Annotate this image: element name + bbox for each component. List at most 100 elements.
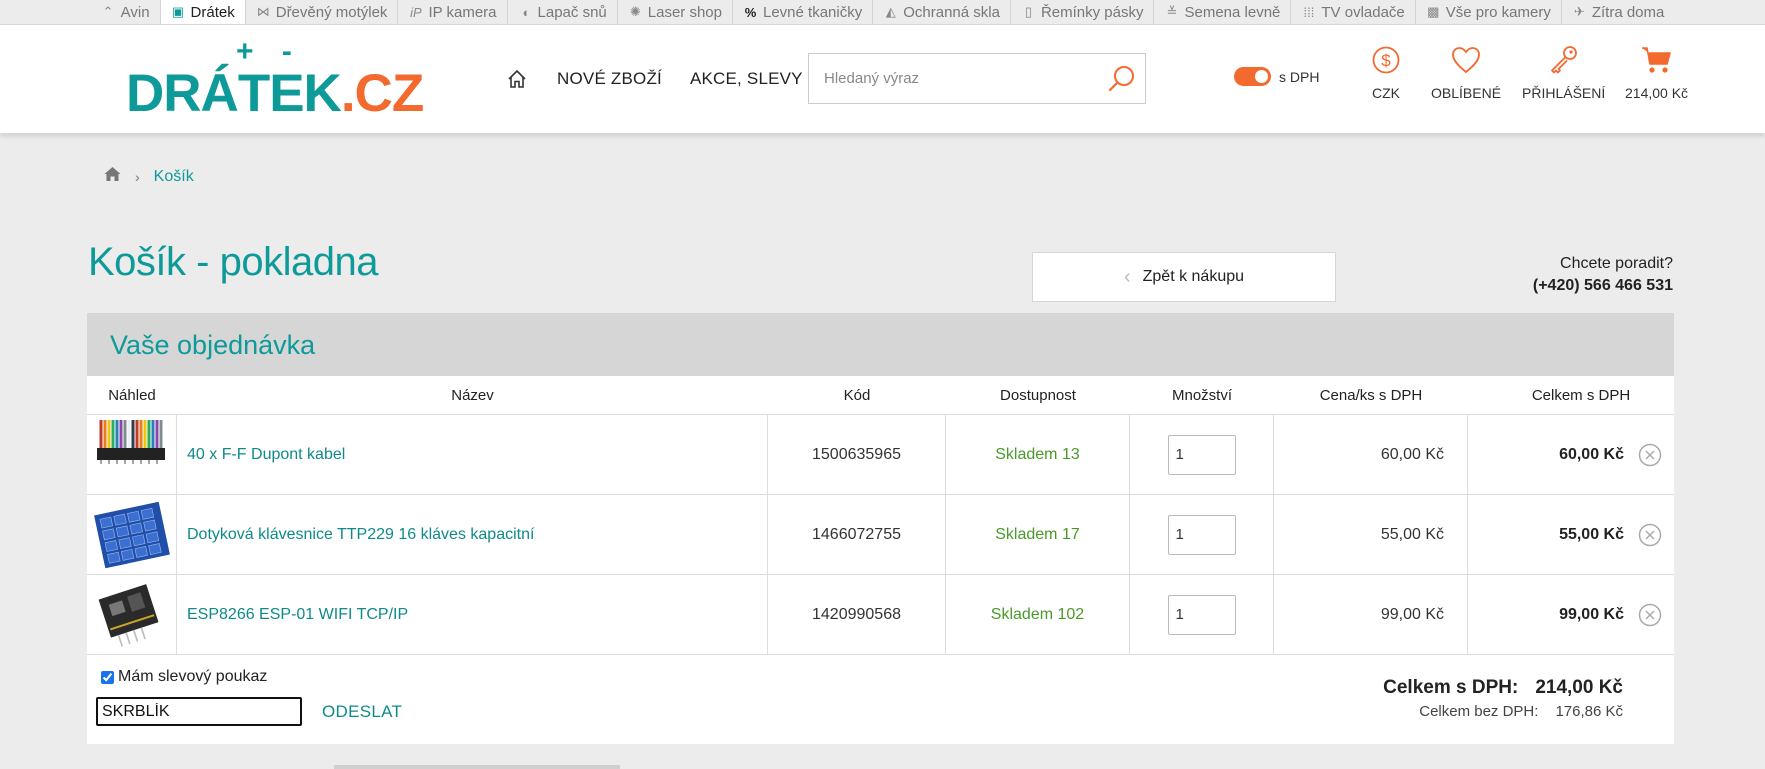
site-tab-reminky[interactable]: ▯ Řemínky pásky: [1011, 0, 1155, 24]
dupont-cable-image: [92, 419, 171, 490]
home-icon[interactable]: [104, 166, 121, 187]
column-header-preview: Náhled: [108, 386, 156, 404]
site-tab-dratek[interactable]: ▣ Drátek: [160, 0, 246, 24]
site-tab-laser-shop[interactable]: ✺ Laser shop: [618, 0, 733, 24]
line-total-cell: 60,00 Kč: [1468, 415, 1674, 494]
percent-icon: %: [744, 4, 757, 20]
logo-part-cz: .CZ: [340, 64, 424, 123]
vat-switch[interactable]: [1234, 67, 1271, 86]
order-header: Vaše objednávka: [87, 313, 1674, 376]
product-thumbnail[interactable]: [87, 495, 177, 574]
site-tab-skla[interactable]: ◭ Ochranná skla: [873, 0, 1011, 24]
esp-module-image: [92, 579, 171, 650]
next-section-edge: [334, 765, 620, 769]
product-availability: Skladem 13: [946, 415, 1130, 494]
cart-button[interactable]: 214,00 Kč: [1625, 43, 1688, 101]
product-thumbnail[interactable]: [87, 415, 177, 494]
coupon-checkbox-label[interactable]: Mám slevový poukaz: [101, 668, 267, 686]
ip-camera-icon: iP: [410, 4, 422, 20]
line-total-cell: 55,00 Kč: [1468, 495, 1674, 574]
camera-icon: ▩: [1427, 4, 1440, 19]
site-tab-zitra-doma[interactable]: ✈ Zítra doma: [1562, 0, 1675, 24]
nav-sales[interactable]: AKCE, SLEVY: [690, 69, 803, 89]
site-switcher-bar: ⌃ Avin ▣ Drátek ⋈ Dřevěný motýlek iP IP kame…: [0, 0, 1765, 25]
back-to-shopping-button[interactable]: ‹ Zpět k nákupu: [1032, 252, 1336, 302]
chevron-right-icon: ›: [135, 168, 140, 185]
login-button[interactable]: PŘIHLÁŠENÍ: [1522, 43, 1605, 101]
dratek-logo[interactable]: + - DRÁTEK.CZ: [126, 35, 426, 123]
nav-new-goods[interactable]: NOVÉ ZBOŽÍ: [557, 69, 662, 89]
glass-icon: ◭: [885, 4, 896, 19]
line-total-cell: 99,00 Kč: [1468, 575, 1674, 654]
quantity-cell: [1130, 415, 1274, 494]
site-tab-tkanicky[interactable]: % Levné tkaničky: [733, 0, 874, 24]
site-tab-label: Řemínky pásky: [1040, 3, 1144, 21]
site-tab-avin[interactable]: ⌃ Avin: [91, 0, 161, 24]
total-with-vat-row: Celkem s DPH: 214,00 Kč: [1383, 677, 1623, 699]
favorites-button[interactable]: OBLÍBENÉ: [1431, 43, 1501, 101]
site-tab-kamery[interactable]: ▩ Vše pro kamery: [1416, 0, 1562, 24]
total-with-vat-value: 214,00 Kč: [1535, 677, 1623, 698]
product-name-link[interactable]: 40 x F-F Dupont kabel: [177, 415, 768, 494]
unit-price: 60,00 Kč: [1274, 415, 1468, 494]
svg-text:$: $: [1381, 51, 1391, 70]
product-code: 1466072755: [768, 495, 946, 574]
vat-toggle[interactable]: s DPH: [1234, 67, 1319, 86]
key-icon: [1547, 43, 1581, 77]
product-name-link[interactable]: Dotyková klávesnice TTP229 16 kláves kap…: [177, 495, 768, 574]
dreamcatcher-icon: ◖: [521, 4, 529, 20]
help-phone[interactable]: (+420) 566 466 531: [1533, 275, 1673, 297]
site-tab-label: Drátek: [190, 3, 235, 21]
product-thumbnail[interactable]: [87, 575, 177, 654]
site-tab-label: Avin: [120, 3, 150, 21]
site-tab-tv-ovladace[interactable]: ⁞⁞⁞ TV ovladače: [1291, 0, 1416, 24]
cart-table: Náhled Název Kód Dostupnost Množství Cen…: [87, 376, 1674, 744]
remove-item-icon[interactable]: [1638, 523, 1662, 547]
dollar-icon: $: [1369, 43, 1403, 77]
product-name-link[interactable]: ESP8266 ESP-01 WIFI TCP/IP: [177, 575, 768, 654]
coupon-code-input[interactable]: [96, 697, 302, 726]
site-tab-motylek[interactable]: ⋈ Dřevěný motýlek: [246, 0, 399, 24]
logo-wordmark: DRÁTEK.CZ: [126, 63, 424, 124]
vat-label: s DPH: [1279, 68, 1320, 85]
line-total: 55,00 Kč: [1559, 525, 1624, 543]
remove-item-icon[interactable]: [1638, 443, 1662, 467]
quantity-input[interactable]: [1167, 514, 1236, 555]
main-nav: NOVÉ ZBOŽÍ AKCE, SLEVY: [505, 25, 803, 133]
product-availability: Skladem 102: [946, 575, 1130, 654]
delivery-icon: ✈: [1573, 4, 1585, 19]
help-question: Chcete poradit?: [1560, 255, 1673, 272]
product-code: 1500635965: [768, 415, 946, 494]
search-icon[interactable]: [1105, 62, 1139, 96]
line-total: 60,00 Kč: [1559, 445, 1624, 463]
breadcrumb-current[interactable]: Košík: [154, 168, 194, 186]
site-tab-lapac-snu[interactable]: ◖ Lapač snů: [508, 0, 618, 24]
quantity-input[interactable]: [1167, 594, 1236, 635]
heart-icon: [1449, 43, 1483, 77]
quantity-input[interactable]: [1167, 434, 1236, 475]
site-tab-semena[interactable]: ≚ Semena levně: [1154, 0, 1292, 24]
send-coupon-button[interactable]: ODESLAT: [322, 702, 402, 722]
remove-item-icon[interactable]: [1638, 603, 1662, 627]
currency-button[interactable]: $ CZK: [1369, 43, 1403, 101]
vat-switch-knob: [1255, 70, 1268, 83]
site-tab-label: Levné tkaničky: [762, 3, 863, 21]
line-total: 99,00 Kč: [1559, 605, 1624, 623]
column-header-availability: Dostupnost: [1000, 386, 1076, 404]
search-box: [808, 53, 1146, 104]
home-icon[interactable]: [505, 67, 529, 91]
column-header-code: Kód: [843, 386, 871, 404]
unit-price: 55,00 Kč: [1274, 495, 1468, 574]
product-availability: Skladem 17: [946, 495, 1130, 574]
breadcrumb: › Košík: [104, 166, 194, 187]
site-tab-ip-kamera[interactable]: iP IP kamera: [398, 0, 508, 24]
help-contact: Chcete poradit? (+420) 566 466 531: [1533, 253, 1673, 297]
laser-icon: ✺: [629, 4, 641, 19]
site-tab-label: Ochranná skla: [903, 3, 1000, 21]
table-row: 40 x F-F Dupont kabel 1500635965 Skladem…: [87, 415, 1674, 495]
dratek-logo-icon: ▣: [171, 4, 185, 19]
search-input[interactable]: [809, 54, 1099, 103]
site-tab-label: TV ovladače: [1321, 3, 1405, 21]
coupon-checkbox[interactable]: [101, 670, 114, 684]
site-tab-label: IP kamera: [428, 3, 497, 21]
